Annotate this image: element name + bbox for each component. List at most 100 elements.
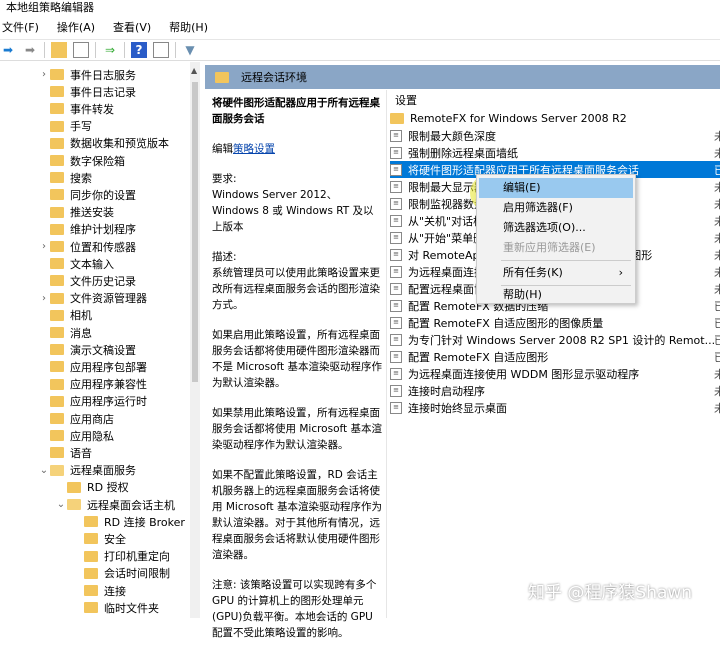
tree-item[interactable]: 文件历史记录 xyxy=(38,272,136,289)
tree-item-label: RD 连接 Broker xyxy=(104,515,185,529)
setting-name: 配置 RemoteFX 自适应图形 xyxy=(408,350,549,364)
setting-name: 限制最大颜色深度 xyxy=(408,129,496,143)
scroll-up-icon[interactable]: ▲ xyxy=(191,66,197,75)
tree-item[interactable]: 打印机重定向 xyxy=(72,548,170,565)
up-folder-icon[interactable] xyxy=(51,42,67,58)
submenu-arrow-icon: › xyxy=(618,266,623,279)
setting-state: 未 xyxy=(714,248,720,262)
tree-item[interactable]: RD 授权 xyxy=(55,479,129,496)
expand-chevron-icon[interactable]: ⌄ xyxy=(55,499,67,510)
tree-item[interactable]: 应用隐私 xyxy=(38,427,114,444)
show-hide-tree-icon[interactable] xyxy=(73,42,89,58)
tree-item[interactable]: 临时文件夹 xyxy=(72,599,159,616)
folder-icon xyxy=(50,309,64,321)
setting-state: 已 xyxy=(714,163,720,177)
tree-item[interactable]: › 位置和传感器 xyxy=(38,238,136,255)
context-separator xyxy=(501,260,631,261)
tree-item[interactable]: 应用程序包部署 xyxy=(38,358,147,375)
expand-chevron-icon[interactable]: › xyxy=(38,293,50,304)
separator xyxy=(44,42,45,58)
tree-item[interactable]: 应用程序运行时 xyxy=(38,393,147,410)
tree-item[interactable]: 数字保险箱 xyxy=(38,152,125,169)
tree-item[interactable]: 事件转发 xyxy=(38,100,114,117)
tree-item[interactable]: 文本输入 xyxy=(38,255,114,272)
tree-item[interactable]: 事件日志记录 xyxy=(38,83,136,100)
context-help[interactable]: 帮助(H) xyxy=(479,285,633,305)
folder-icon xyxy=(84,516,98,528)
context-edit[interactable]: 编辑(E) xyxy=(479,178,633,198)
list-row[interactable]: ≡ 限制最大颜色深度 未 xyxy=(390,127,720,144)
forward-icon[interactable]: ➡ xyxy=(22,42,38,58)
list-row[interactable]: ≡ 连接时启动程序 未 xyxy=(390,382,720,399)
context-all-tasks[interactable]: 所有任务(K) › xyxy=(479,263,633,283)
tree-item[interactable]: 数据收集和预览版本 xyxy=(38,135,169,152)
policy-icon: ≡ xyxy=(390,333,402,346)
folder-icon xyxy=(50,395,64,407)
list-row[interactable]: ≡ 配置 RemoteFX 自适应图形 已 xyxy=(390,348,720,365)
setting-name: 强制删除远程桌面墙纸 xyxy=(408,146,518,160)
setting-state: 未 xyxy=(714,282,720,296)
column-header-setting[interactable]: 设置 xyxy=(395,92,417,108)
context-apply-filter[interactable]: 启用筛选器(F) xyxy=(479,198,633,218)
tree-item-label: 应用隐私 xyxy=(70,429,114,443)
tree-item[interactable]: 会话时间限制 xyxy=(72,565,170,582)
tree-item-label: 消息 xyxy=(70,326,92,340)
tree-item[interactable]: 搜索 xyxy=(38,169,92,186)
setting-state: 未 xyxy=(714,197,720,211)
setting-state: 未 xyxy=(714,384,720,398)
toolbar: ➡ ➡ ⇒ ? ▼ xyxy=(0,39,720,61)
pane-header-title: 远程会话环境 xyxy=(241,71,307,84)
tree-item[interactable]: 演示文稿设置 xyxy=(38,341,136,358)
tree-item[interactable]: ⌄ 远程桌面会话主机 xyxy=(55,496,175,513)
setting-name: 配置 RemoteFX 自适应图形的图像质量 xyxy=(408,316,604,330)
action-pane-icon[interactable] xyxy=(153,42,169,58)
tree-item[interactable]: 相机 xyxy=(38,307,92,324)
tree-item[interactable]: 维护计划程序 xyxy=(38,221,136,238)
tree-item[interactable]: 连接 xyxy=(72,582,126,599)
context-filter-options[interactable]: 筛选器选项(O)... xyxy=(479,218,633,238)
policy-icon: ≡ xyxy=(390,350,402,363)
setting-name: 连接时始终显示桌面 xyxy=(408,401,507,415)
tree-item[interactable]: ⌄ 远程桌面服务 xyxy=(38,462,136,479)
menu-view[interactable]: 查看(V) xyxy=(111,18,153,38)
menu-help[interactable]: 帮助(H) xyxy=(167,18,210,38)
expand-chevron-icon[interactable]: › xyxy=(38,241,50,252)
help-icon[interactable]: ? xyxy=(131,42,147,58)
list-row[interactable]: ≡ 为远程桌面连接使用 WDDM 图形显示驱动程序 未 xyxy=(390,365,720,382)
tree-item[interactable]: RD 连接 Broker xyxy=(72,513,185,530)
menu-action[interactable]: 操作(A) xyxy=(55,18,97,38)
list-row[interactable]: ≡ 配置 RemoteFX 自适应图形的图像质量 已 xyxy=(390,314,720,331)
list-row[interactable]: ≡ 强制删除远程桌面墙纸 未 xyxy=(390,144,720,161)
scroll-thumb[interactable] xyxy=(192,82,198,382)
menu-file[interactable]: 文件(F) xyxy=(0,18,41,38)
tree-item[interactable]: 消息 xyxy=(38,324,92,341)
tree-item[interactable]: 应用程序兼容性 xyxy=(38,376,147,393)
folder-icon xyxy=(50,86,64,98)
export-list-icon[interactable]: ⇒ xyxy=(102,42,118,58)
tree-item-label: 手写 xyxy=(70,120,92,134)
tree-scrollbar[interactable]: ▲ xyxy=(190,62,200,618)
tree-item[interactable]: 语音 xyxy=(38,444,92,461)
folder-icon xyxy=(50,155,64,166)
edit-prefix: 编辑 xyxy=(212,143,233,155)
tree-item[interactable]: › 文件资源管理器 xyxy=(38,290,147,307)
policy-icon: ≡ xyxy=(390,214,402,227)
back-icon[interactable]: ➡ xyxy=(0,42,16,58)
tree-item[interactable]: 手写 xyxy=(38,118,92,135)
list-row[interactable]: ≡ 为专门针对 Windows Server 2008 R2 SP1 设计的 Re… xyxy=(390,331,720,348)
tree-item[interactable]: 安全 xyxy=(72,530,126,547)
list-row[interactable]: ≡ 连接时始终显示桌面 未 xyxy=(390,399,720,416)
tree-item[interactable]: 推送安装 xyxy=(38,204,114,221)
all-tasks-label: 所有任务(K) xyxy=(503,266,563,279)
list-row[interactable]: RemoteFX for Windows Server 2008 R2 xyxy=(390,110,720,127)
pane-divider[interactable] xyxy=(386,90,387,618)
window-title: 本地组策略编辑器 xyxy=(6,1,94,14)
expand-chevron-icon[interactable]: ⌄ xyxy=(38,465,50,476)
expand-chevron-icon[interactable]: › xyxy=(38,69,50,80)
tree-item[interactable]: 应用商店 xyxy=(38,410,114,427)
policy-settings-link[interactable]: 策略设置 xyxy=(233,143,275,155)
setting-state: 未 xyxy=(714,265,720,279)
tree-item[interactable]: › 事件日志服务 xyxy=(38,66,136,83)
tree-item[interactable]: 同步你的设置 xyxy=(38,186,136,203)
filter-icon[interactable]: ▼ xyxy=(182,42,198,58)
